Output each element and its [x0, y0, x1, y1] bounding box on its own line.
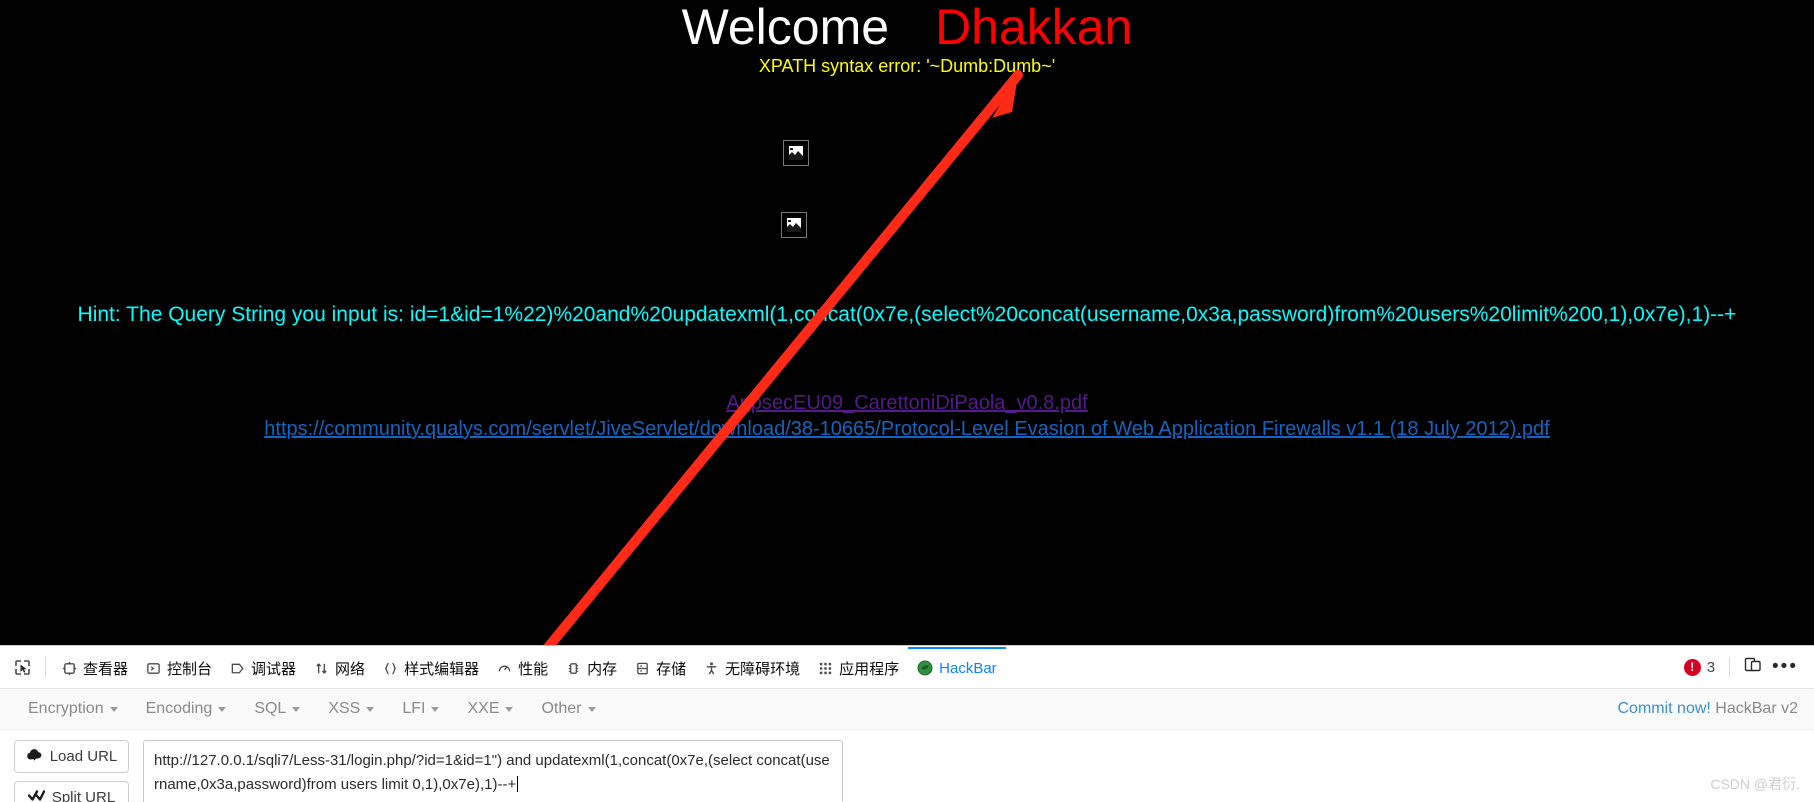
responsive-design-mode-icon[interactable] [1744, 656, 1762, 678]
tab-application[interactable]: 应用程序 [809, 647, 908, 688]
hackbar-menubar: Encryption Encoding SQL XSS LFI XXE Othe… [0, 689, 1814, 730]
chevron-down-icon [109, 706, 118, 712]
appsec-pdf-link[interactable]: AppsecEU09_CarettoniDiPaola_v0.8.pdf [726, 392, 1087, 414]
menu-label: LFI [402, 700, 426, 717]
chevron-down-icon [366, 706, 375, 712]
error-count-badge[interactable]: ! 3 [1683, 658, 1716, 676]
menu-lfi[interactable]: LFI [388, 700, 453, 718]
qualys-link-row: https://community.qualys.com/servlet/Jiv… [0, 418, 1814, 441]
error-icon: ! [1683, 658, 1701, 676]
tab-style-editor[interactable]: 样式编辑器 [374, 647, 488, 688]
broken-image-icon [783, 140, 809, 166]
tab-memory[interactable]: 内存 [557, 647, 626, 688]
tab-performance[interactable]: 性能 [488, 647, 557, 688]
menu-encoding[interactable]: Encoding [132, 700, 241, 718]
menu-xxe[interactable]: XXE [453, 700, 527, 718]
tab-label: 样式编辑器 [404, 660, 480, 678]
title-welcome: Welcome [681, 0, 890, 55]
broken-image-icon [781, 212, 807, 238]
toolbar-divider [1729, 657, 1731, 677]
storage-icon [635, 661, 650, 676]
chevron-down-icon [431, 706, 440, 712]
tab-label: 存储 [656, 660, 687, 678]
tab-label: 内存 [587, 660, 618, 678]
load-url-button[interactable]: Load URL [14, 740, 129, 773]
tab-label: 调试器 [251, 660, 297, 678]
menu-label: Encoding [145, 700, 213, 717]
toolbar-divider [45, 657, 46, 677]
tab-debugger[interactable]: 调试器 [221, 647, 305, 688]
menu-label: SQL [254, 700, 287, 717]
tab-label: 无障碍环境 [725, 660, 801, 678]
error-count-label: 3 [1706, 658, 1716, 676]
tab-hackbar[interactable]: HackBar [908, 646, 1006, 688]
hackbar-panel: Encryption Encoding SQL XSS LFI XXE Othe… [0, 689, 1814, 802]
browser-page-content: Welcome Dhakkan XPATH syntax error: '~Dum… [0, 0, 1814, 645]
console-icon [146, 661, 161, 676]
network-icon [314, 661, 329, 676]
tab-label: 查看器 [83, 660, 129, 678]
tab-label: 应用程序 [839, 660, 900, 678]
chevron-down-icon [218, 706, 227, 712]
tab-label: 控制台 [167, 660, 213, 678]
title-dhakkan: Dhakkan [935, 0, 1133, 55]
xpath-error-message: XPATH syntax error: '~Dumb:Dumb~' [758, 56, 1056, 76]
menu-label: Encryption [28, 700, 104, 717]
style-editor-icon [383, 661, 398, 676]
split-icon [27, 789, 46, 802]
watermark: CSDN @君衍. [1710, 776, 1800, 792]
chevron-down-icon [587, 706, 596, 712]
tab-label: 性能 [518, 660, 549, 678]
split-url-label: Split URL [51, 789, 116, 802]
devtools-toolbar-right: ! 3 ••• [1683, 656, 1814, 678]
tab-storage[interactable]: 存储 [626, 647, 695, 688]
page-title: Welcome Dhakkan [0, 0, 1814, 52]
tab-label: 网络 [335, 660, 366, 678]
devtools-tabbar: 查看器 控制台 调试器 网络 样式编辑器 性能 内存 存储 无障碍环境 应用程序… [0, 646, 1814, 689]
menu-sql[interactable]: SQL [240, 700, 314, 718]
load-url-label: Load URL [49, 748, 118, 765]
tab-inspector[interactable]: 查看器 [53, 647, 137, 688]
tab-accessibility[interactable]: 无障碍环境 [695, 647, 809, 688]
hackbar-version-label: HackBar v2 [1715, 700, 1798, 717]
qualys-pdf-link[interactable]: https://community.qualys.com/servlet/Jiv… [264, 418, 1549, 440]
hackbar-icon [917, 660, 933, 676]
menu-label: Other [541, 700, 582, 717]
split-url-button[interactable]: Split URL [14, 781, 129, 802]
menu-xss[interactable]: XSS [314, 700, 388, 718]
devtools-panel: 查看器 控制台 调试器 网络 样式编辑器 性能 内存 存储 无障碍环境 应用程序… [0, 645, 1814, 802]
inspector-icon [62, 661, 77, 676]
hackbar-menubar-right: Commit now! HackBar v2 [1617, 700, 1814, 718]
tab-network[interactable]: 网络 [305, 647, 374, 688]
application-icon [818, 661, 833, 676]
memory-icon [566, 661, 581, 676]
chevron-down-icon [292, 706, 301, 712]
commit-now-link[interactable]: Commit now! [1617, 700, 1710, 717]
tab-label: HackBar [939, 659, 997, 677]
cloud-download-icon [26, 748, 43, 766]
accessibility-icon [704, 661, 719, 676]
debugger-icon [230, 661, 245, 676]
chevron-down-icon [505, 706, 514, 712]
url-input[interactable]: http://127.0.0.1/sqli7/Less-31/login.php… [143, 740, 843, 802]
menu-other[interactable]: Other [527, 700, 609, 718]
menu-label: XSS [328, 700, 361, 717]
url-input-value: http://127.0.0.1/sqli7/Less-31/login.php… [154, 752, 830, 793]
hackbar-body: Load URL Split URL http://127.0.0.1/sqli… [0, 730, 1814, 802]
sql-hint-text: Hint: The Query String you input is: id=… [77, 303, 1737, 326]
hackbar-button-column: Load URL Split URL [14, 740, 129, 802]
performance-icon [497, 661, 512, 676]
pdf-link-row: AppsecEU09_CarettoniDiPaola_v0.8.pdf [0, 392, 1814, 415]
element-picker-icon[interactable] [6, 652, 38, 682]
tab-console[interactable]: 控制台 [137, 647, 221, 688]
text-cursor [517, 776, 519, 792]
menu-encryption[interactable]: Encryption [14, 700, 132, 718]
menu-label: XXE [467, 700, 500, 717]
more-options-icon[interactable]: ••• [1768, 656, 1802, 678]
